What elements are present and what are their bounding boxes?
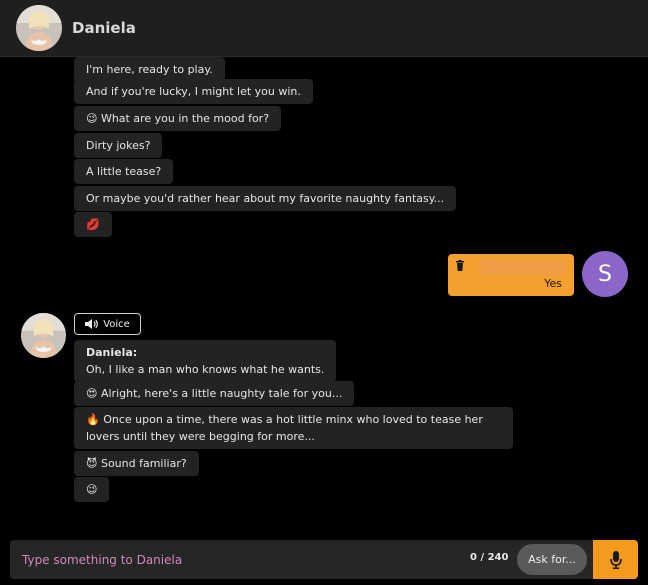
microphone-button[interactable] — [593, 540, 638, 579]
user-message-bubble: Yes — [448, 254, 574, 296]
daniela-avatar[interactable] — [21, 313, 66, 358]
message-input[interactable] — [22, 540, 422, 579]
character-counter: 0 / 240 — [470, 552, 509, 563]
microphone-icon — [609, 550, 622, 569]
chat-area[interactable]: I'm here, ready to play. And if you're l… — [0, 57, 648, 537]
message-bubble: Or maybe you'd rather hear about my favo… — [74, 186, 457, 211]
redacted-text — [480, 260, 565, 274]
message-composer: 0 / 240 Ask for... — [10, 540, 593, 579]
message-bubble: 😉 — [74, 477, 110, 502]
message-bubble: Daniela: Oh, I like a man who knows what… — [74, 340, 337, 382]
message-bubble: 🔥 Once upon a time, there was a hot litt… — [74, 407, 513, 449]
chat-header: Daniela — [0, 0, 648, 57]
chat-title: Daniela — [72, 19, 136, 37]
trash-icon[interactable] — [455, 260, 465, 271]
message-text: Oh, I like a man who knows what he wants… — [86, 363, 325, 376]
message-bubble: 😈 Sound familiar? — [74, 451, 199, 476]
user-message-text: Yes — [544, 277, 562, 290]
daniela-avatar[interactable] — [16, 5, 62, 51]
speaker-icon — [85, 319, 99, 329]
message-bubble: And if you're lucky, I might let you win… — [74, 79, 313, 104]
message-bubble: 💋 — [74, 212, 112, 237]
message-bubble: 😉 What are you in the mood for? — [74, 106, 282, 131]
message-bubble: A little tease? — [74, 159, 174, 184]
message-bubble: 😍 Alright, here's a little naughty tale … — [74, 381, 355, 406]
voice-button[interactable]: Voice — [74, 313, 141, 335]
user-avatar: S — [582, 251, 628, 297]
voice-button-label: Voice — [103, 318, 130, 330]
ask-for-button[interactable]: Ask for... — [517, 544, 587, 575]
sender-name: Daniela: — [86, 346, 138, 359]
message-bubble: Dirty jokes? — [74, 133, 163, 158]
